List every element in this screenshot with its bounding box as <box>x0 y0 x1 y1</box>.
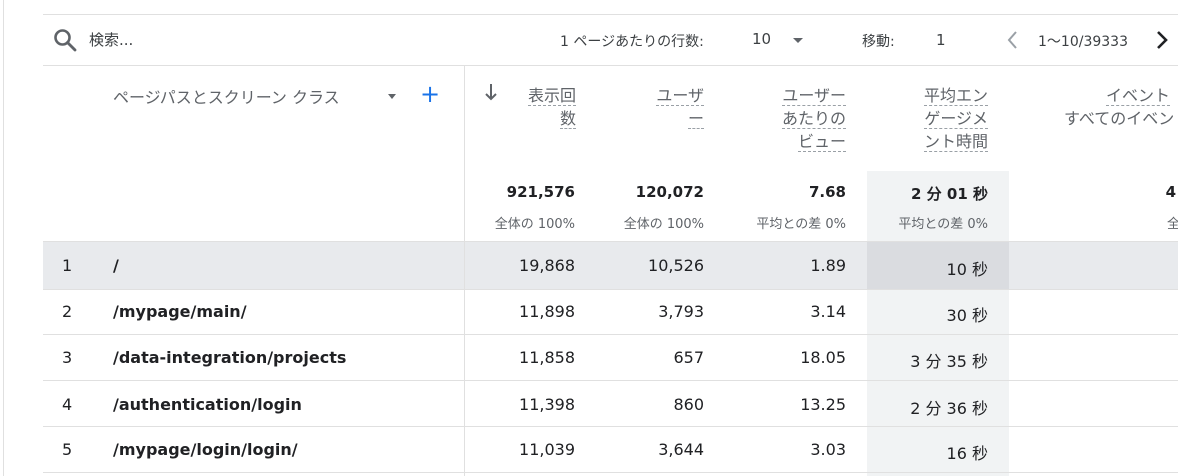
row-views-per-user: 3.14 <box>810 302 846 321</box>
row-users: 10,526 <box>648 256 704 275</box>
metric-header-users[interactable]: ユーザ ー <box>620 84 704 130</box>
metric-header-views[interactable]: 表示回 数 <box>506 84 576 130</box>
metric-header-views-per-user[interactable]: ユーザー あたりの ビュー <box>736 84 846 153</box>
row-divider <box>43 289 1178 290</box>
row-index: 3 <box>62 348 73 367</box>
totals-divider <box>43 241 1178 242</box>
row-views-per-user: 13.25 <box>800 395 846 414</box>
next-page-icon[interactable] <box>1150 27 1174 53</box>
row-views: 11,898 <box>519 302 575 321</box>
row-avg-engagement: 16 秒 <box>946 444 988 463</box>
previous-page-icon[interactable] <box>1001 27 1025 53</box>
metric-header-events[interactable]: イベント すべてのイベン <box>1040 84 1200 130</box>
total-events-share: 全 <box>1166 217 1180 232</box>
row-index: 1 <box>62 256 73 275</box>
row-views: 19,868 <box>519 256 575 275</box>
row-avg-engagement: 2 分 36 秒 <box>910 399 988 418</box>
dimension-dropdown-icon[interactable] <box>388 94 396 99</box>
total-users: 120,072 <box>635 183 704 201</box>
row-views: 11,398 <box>519 395 575 414</box>
sort-descending-icon[interactable] <box>484 82 498 102</box>
column-divider <box>464 65 465 476</box>
total-views-share: 全体の 100% <box>494 217 575 232</box>
goto-label: 移動: <box>862 34 895 50</box>
row-views: 11,858 <box>519 348 575 367</box>
row-users: 860 <box>673 395 704 414</box>
search-icon[interactable] <box>52 27 78 53</box>
row-divider <box>43 380 1178 381</box>
total-users-share: 全体の 100% <box>623 217 704 232</box>
row-avg-engagement: 30 秒 <box>946 306 988 325</box>
row-divider <box>43 472 1178 473</box>
header-divider <box>43 65 1178 66</box>
row-page-path[interactable]: /data-integration/projects <box>113 348 346 367</box>
row-users: 3,793 <box>658 302 704 321</box>
metric-header-avg-engagement[interactable]: 平均エン ゲージメ ント時間 <box>880 84 988 153</box>
row-views-per-user: 3.03 <box>810 440 846 459</box>
row-users: 657 <box>673 348 704 367</box>
chevron-down-icon[interactable] <box>793 38 803 43</box>
viewport-edge <box>1178 0 1200 476</box>
row-page-path[interactable]: /mypage/login/login/ <box>113 440 298 459</box>
pagination-range: 1〜10/39333 <box>1038 34 1128 50</box>
row-index: 2 <box>62 302 73 321</box>
total-views-per-user-diff: 平均との差 0% <box>756 217 846 232</box>
total-avg-engagement-diff: 平均との差 0% <box>898 217 988 232</box>
goto-page-input[interactable] <box>926 29 986 51</box>
total-views-per-user: 7.68 <box>808 183 846 201</box>
row-index: 5 <box>62 440 73 459</box>
row-avg-engagement: 10 秒 <box>946 260 988 279</box>
row-users: 3,644 <box>658 440 704 459</box>
rows-per-page-label: 1 ページあたりの行数: <box>560 34 704 50</box>
left-border <box>3 0 4 476</box>
total-views: 921,576 <box>506 183 575 201</box>
row-page-path[interactable]: /authentication/login <box>113 395 302 414</box>
row-views-per-user: 18.05 <box>800 348 846 367</box>
total-avg-engagement: 2 分 01 秒 <box>911 185 988 203</box>
table-toolbar: 1 ページあたりの行数: 10 移動: 1〜10/39333 <box>0 15 1200 65</box>
add-dimension-button[interactable]: + <box>420 80 440 108</box>
row-index: 4 <box>62 395 73 414</box>
row-views-per-user: 1.89 <box>810 256 846 275</box>
row-avg-engagement: 3 分 35 秒 <box>910 352 988 371</box>
row-page-path[interactable]: /mypage/main/ <box>113 302 247 321</box>
row-views: 11,039 <box>519 440 575 459</box>
rows-per-page-value[interactable]: 10 <box>752 30 771 48</box>
total-events: 4 <box>1165 183 1176 201</box>
row-divider <box>43 426 1178 427</box>
dimension-header[interactable]: ページパスとスクリーン クラス <box>113 84 340 108</box>
search-input[interactable] <box>89 29 289 51</box>
row-divider <box>43 334 1178 335</box>
row-page-path[interactable]: / <box>113 256 119 275</box>
